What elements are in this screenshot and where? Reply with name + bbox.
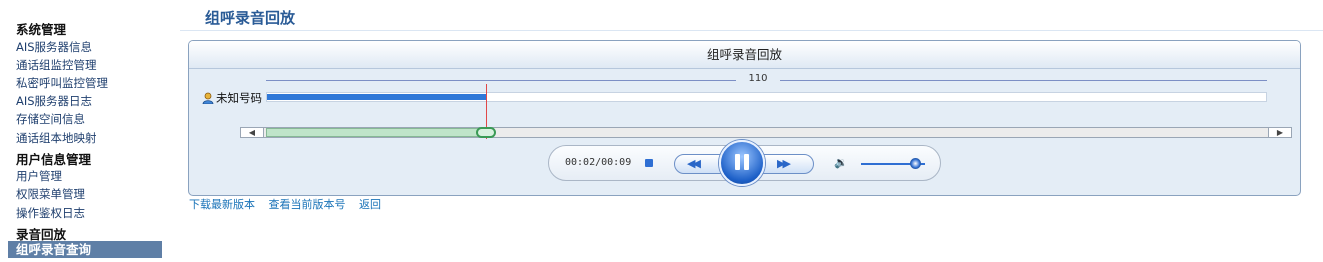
scrollbar-grip-icon[interactable]	[476, 127, 496, 138]
sidebar-item-ais-server-info[interactable]: AIS服务器信息	[16, 39, 92, 55]
sidebar-group-user: 用户信息管理	[16, 152, 92, 167]
player-header: 组呼录音回放	[189, 41, 1300, 69]
sidebar-item-auth-log[interactable]: 操作鉴权日志	[16, 205, 85, 221]
stop-button[interactable]	[645, 159, 653, 167]
sidebar-item-group-monitor[interactable]: 通话组监控管理	[16, 57, 97, 73]
scale-line-right	[780, 80, 1267, 81]
scrollbar-thumb[interactable]	[266, 127, 496, 138]
sidebar-item-group-local-mapping[interactable]: 通话组本地映射	[16, 130, 97, 146]
sidebar-item-user-management[interactable]: 用户管理	[16, 168, 62, 184]
pause-icon	[735, 154, 740, 170]
volume-icon[interactable]: 🔉	[834, 156, 848, 169]
pause-icon	[744, 154, 749, 170]
recording-track[interactable]	[266, 92, 1267, 102]
playback-controls: 00:02/00:09 ◀◀ ▶▶ 🔉	[548, 140, 941, 186]
timeline-scrollbar[interactable]: ◀ ▶	[240, 127, 1292, 138]
sidebar-item-storage-info[interactable]: 存储空间信息	[16, 111, 85, 127]
rewind-icon: ◀◀	[687, 157, 701, 170]
footer-links: 下载最新版本 查看当前版本号 返回	[189, 196, 391, 212]
fast-forward-icon: ▶▶	[777, 157, 791, 170]
user-icon	[202, 92, 214, 104]
scale-label: 110	[741, 73, 775, 84]
scale-line-left	[266, 80, 736, 81]
scroll-right-button[interactable]: ▶	[1268, 127, 1292, 138]
player-panel: 组呼录音回放 110 未知号码 ◀ ▶ 00:02/00:09 ◀◀ ▶▶ 🔉	[188, 40, 1301, 196]
sidebar: 系统管理 AIS服务器信息 通话组监控管理 私密呼叫监控管理 AIS服务器日志 …	[0, 0, 175, 262]
sidebar-item-ais-server-log[interactable]: AIS服务器日志	[16, 93, 92, 109]
sidebar-item-group-call-query[interactable]: 组呼录音查询	[8, 241, 162, 258]
sidebar-item-private-call-monitor[interactable]: 私密呼叫监控管理	[16, 75, 108, 91]
volume-knob[interactable]	[910, 158, 921, 169]
sidebar-group-system: 系统管理	[16, 22, 67, 37]
time-display: 00:02/00:09	[565, 157, 632, 168]
title-divider	[180, 30, 1323, 31]
track-label: 未知号码	[216, 91, 262, 105]
track-progress-fill	[267, 94, 487, 100]
download-latest-link[interactable]: 下载最新版本	[189, 198, 255, 211]
scroll-left-button[interactable]: ◀	[240, 127, 264, 138]
pause-button[interactable]	[719, 140, 765, 186]
back-link[interactable]: 返回	[359, 198, 381, 211]
sidebar-item-permission-menu[interactable]: 权限菜单管理	[16, 186, 85, 202]
page-title: 组呼录音回放	[205, 9, 296, 27]
view-version-link[interactable]: 查看当前版本号	[269, 198, 346, 211]
